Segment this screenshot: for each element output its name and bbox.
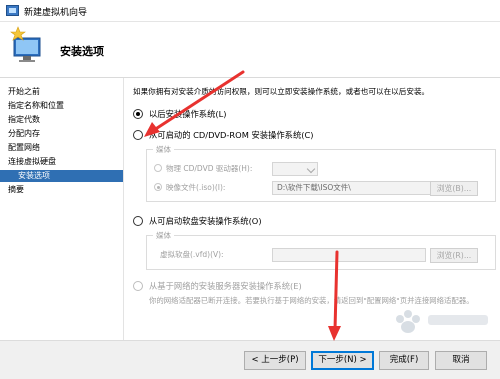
browse-vfd-button[interactable]: 浏览(R)... (430, 248, 478, 263)
vfd-path-input[interactable] (272, 248, 426, 262)
radio-install-later[interactable]: 以后安装操作系统(L) (133, 108, 383, 120)
title-bar: 新建虚拟机向导 (0, 0, 500, 22)
sidebar-item-generation[interactable]: 指定代数 (0, 114, 123, 126)
wizard-header: 安装选项 (0, 22, 500, 78)
sidebar-item-memory[interactable]: 分配内存 (0, 128, 123, 140)
physical-drive-select[interactable] (272, 162, 318, 176)
floppy-media-legend: 媒体 (156, 231, 171, 240)
radio-dot[interactable] (133, 130, 143, 140)
radio-install-floppy-label: 从可启动软盘安装操作系统(O) (149, 216, 262, 226)
sidebar-item-network[interactable]: 配置网络 (0, 142, 123, 154)
radio-physical-drive[interactable]: 物理 CD/DVD 驱动器(H): (154, 162, 252, 176)
button-bar: < 上一步(P) 下一步(N) > 完成(F) 取消 (0, 340, 500, 379)
baidu-jingyan-watermark (396, 310, 488, 333)
physical-drive-label: 物理 CD/DVD 驱动器(H): (166, 164, 253, 173)
browse-iso-button[interactable]: 浏览(B)... (430, 181, 478, 196)
radio-install-cd[interactable]: 从可启动的 CD/DVD-ROM 安装操作系统(C) (133, 129, 433, 141)
wizard-steps-sidebar: 开始之前 指定名称和位置 指定代数 分配内存 配置网络 连接虚拟硬盘 安装选项 … (0, 78, 123, 340)
radio-install-floppy[interactable]: 从可启动软盘安装操作系统(O) (133, 215, 383, 227)
radio-dot[interactable] (133, 281, 143, 291)
previous-button[interactable]: < 上一步(P) (244, 351, 306, 370)
next-button[interactable]: 下一步(N) > (311, 351, 374, 370)
radio-install-later-label: 以后安装操作系统(L) (149, 109, 227, 119)
sidebar-divider (123, 78, 124, 340)
sidebar-item-virtual-disk[interactable]: 连接虚拟硬盘 (0, 156, 123, 168)
sidebar-item-install-options[interactable]: 安装选项 (0, 170, 123, 182)
radio-dot[interactable] (133, 216, 143, 226)
window-title: 新建虚拟机向导 (24, 8, 88, 18)
install-options-panel: 如果你拥有对安装介质的访问权限，则可以立即安装操作系统，或者也可以在以后安装。 … (128, 78, 500, 340)
radio-dot[interactable] (154, 183, 162, 191)
cancel-button[interactable]: 取消 (435, 351, 487, 370)
chevron-down-icon (306, 164, 316, 174)
sidebar-item-before-you-begin[interactable]: 开始之前 (0, 86, 123, 98)
hyper-v-icon (6, 5, 19, 16)
radio-dot[interactable] (133, 109, 143, 119)
cd-media-legend: 媒体 (156, 145, 171, 154)
radio-install-cd-label: 从可启动的 CD/DVD-ROM 安装操作系统(C) (149, 130, 314, 140)
vfd-label: 虚拟软盘(.vfd)(V): (160, 250, 224, 259)
radio-install-network-label: 从基于网络的安装服务器安装操作系统(E) (149, 281, 302, 291)
image-file-label: 映像文件(.iso)(I): (166, 183, 226, 192)
sidebar-item-summary[interactable]: 摘要 (0, 184, 123, 196)
radio-install-network[interactable]: 从基于网络的安装服务器安装操作系统(E) (133, 280, 433, 292)
sidebar-item-name-location[interactable]: 指定名称和位置 (0, 100, 123, 112)
finish-button[interactable]: 完成(F) (379, 351, 429, 370)
page-title: 安装选项 (60, 45, 104, 58)
description-text: 如果你拥有对安装介质的访问权限，则可以立即安装操作系统，或者也可以在以后安装。 (133, 87, 430, 96)
radio-image-file[interactable]: 映像文件(.iso)(I): (154, 181, 225, 195)
radio-dot[interactable] (154, 164, 162, 172)
new-vm-monitor-icon (10, 26, 41, 62)
